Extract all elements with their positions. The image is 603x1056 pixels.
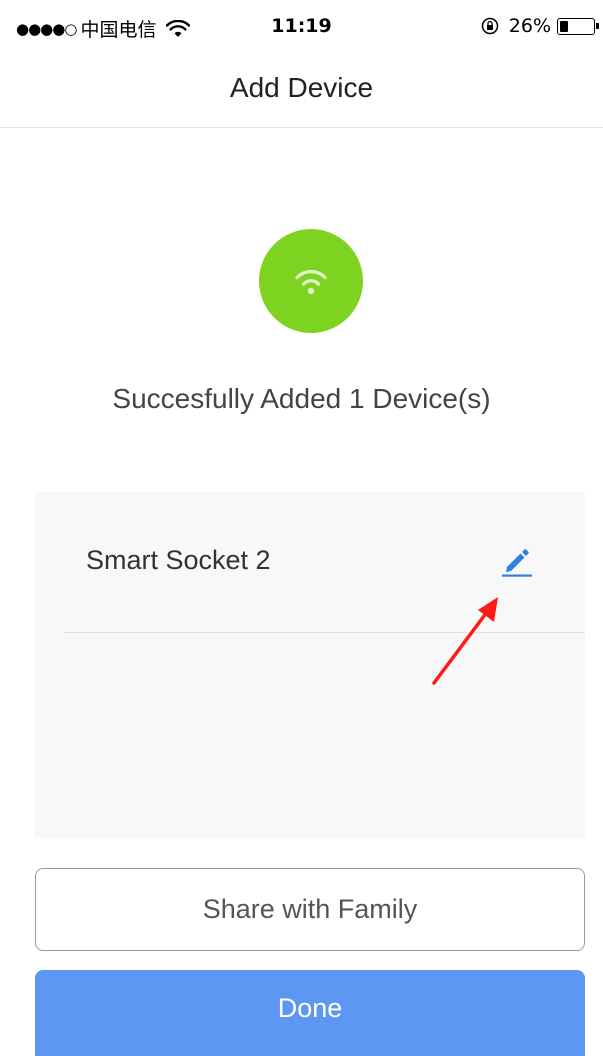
status-bar: ●●●●○ 中国电信 11:19 26% [0,0,603,52]
success-badge [259,229,363,333]
device-name: Smart Socket 2 [86,545,271,575]
done-button[interactable]: Done [35,970,585,1056]
list-item: Smart Socket 2 [64,492,585,633]
nav-bar: Add Device [0,52,603,128]
status-right: 26% [481,15,599,37]
annotation-arrow [432,597,498,685]
wifi-icon [295,269,327,295]
battery-fill [560,20,568,32]
page-title: Add Device [229,72,374,103]
battery-icon [557,17,599,35]
battery-tip [596,22,599,29]
share-with-family-button[interactable]: Share with Family [35,868,585,951]
battery-percent: 26% [508,15,551,37]
rotation-lock-icon [481,17,499,35]
edit-pencil-icon[interactable] [500,544,534,578]
success-message: Succesfully Added 1 Device(s) [112,383,491,414]
